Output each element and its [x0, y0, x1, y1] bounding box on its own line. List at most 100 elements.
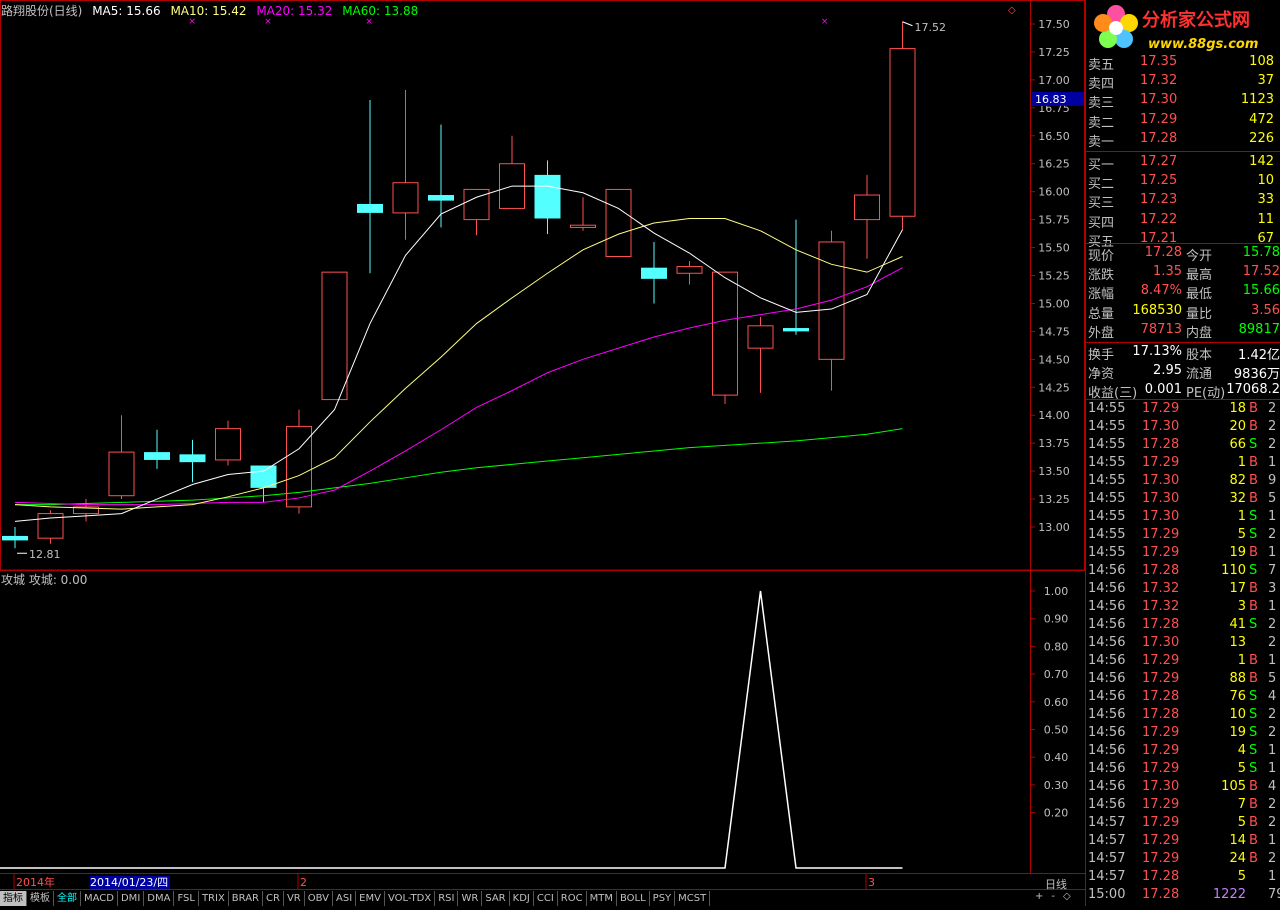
level-volume: 33 — [1257, 192, 1274, 208]
candle-body-down — [641, 267, 667, 279]
tick-price: 17.29 — [1142, 815, 1180, 830]
logo-url: www.88gs.com — [1148, 37, 1258, 52]
level-label: 卖一 — [1088, 134, 1115, 150]
stat-row: 现价 17.28 今开 15.78 — [1088, 245, 1280, 264]
x-tick-label: 2014年 — [16, 875, 55, 889]
candle-body-up — [215, 428, 241, 461]
tick-price: 17.29 — [1142, 545, 1180, 560]
tick-price: 17.30 — [1142, 473, 1180, 488]
tick-time: 14:56 — [1088, 797, 1126, 812]
tick-volume: 19 — [1229, 545, 1246, 560]
stock-title: 路翔股份(日线) — [1, 4, 83, 18]
candle-body-up — [463, 188, 490, 221]
tick-count: 2 — [1268, 401, 1277, 416]
tick-row: 14:55 17.29 5 S 2 — [1088, 527, 1278, 545]
level-price: 17.25 — [1140, 173, 1178, 189]
tick-row: 14:55 17.29 1 B 1 — [1088, 455, 1278, 473]
level-volume: 11 — [1257, 211, 1274, 227]
tab-brar[interactable]: BRAR — [229, 891, 263, 906]
candle-body-down — [783, 328, 809, 332]
tick-price: 17.30 — [1142, 419, 1180, 434]
stat-label: 涨幅 — [1088, 287, 1115, 303]
level-label: 买三 — [1088, 196, 1115, 212]
chart-svg[interactable]: 17.5017.2517.0016.7516.5016.2516.0015.75… — [0, 0, 1085, 906]
tab-roc[interactable]: ROC — [558, 891, 587, 906]
tick-price: 17.29 — [1142, 455, 1180, 470]
tab-cci[interactable]: CCI — [534, 891, 558, 906]
tick-price: 17.29 — [1142, 671, 1180, 686]
stat-row: 净资 2.95 流通 9836万 — [1088, 363, 1280, 382]
candle-body-up — [570, 224, 596, 228]
zoom-out-button[interactable]: - — [1051, 891, 1055, 902]
level-price: 17.28 — [1140, 130, 1178, 146]
candle-body-down — [144, 452, 170, 460]
tab-kdj[interactable]: KDJ — [510, 891, 534, 906]
zoom-in-button[interactable]: + — [1035, 891, 1043, 902]
tab-asi[interactable]: ASI — [333, 891, 357, 906]
tab-psy[interactable]: PSY — [650, 891, 676, 906]
ask-row: 卖五 17.35 108 — [1088, 54, 1278, 73]
tick-price: 17.32 — [1142, 581, 1180, 596]
tab-dmi[interactable]: DMI — [118, 891, 145, 906]
stat-row: 收益(三) 0.001 PE(动) 17068.2 — [1088, 382, 1280, 401]
price-tick-label: 16.25 — [1038, 158, 1070, 171]
level-volume: 37 — [1257, 73, 1274, 89]
tab-obv[interactable]: OBV — [305, 891, 333, 906]
tick-count: 4 — [1268, 689, 1277, 704]
kline-chart-area[interactable]: 17.50 17.25 17.00 16.75 16.50 16.25 16.00 15.75… — [0, 0, 1085, 906]
tab-dma[interactable]: DMA — [144, 891, 175, 906]
tick-count: 2 — [1268, 617, 1277, 632]
tick-row: 14:56 17.29 5 S 1 — [1088, 761, 1278, 779]
tick-volume: 13 — [1229, 635, 1246, 650]
cursor-date-box: 2014/01/23/四 — [90, 876, 170, 889]
tab-mcst[interactable]: MCST — [675, 891, 711, 906]
tab-all[interactable]: 全部 — [54, 891, 81, 906]
tab-rsi[interactable]: RSI — [435, 891, 459, 906]
tick-count: 1 — [1268, 743, 1277, 758]
tab-indicator[interactable]: 指标 — [0, 891, 27, 906]
stats-divider — [1086, 342, 1280, 343]
tab-fsl[interactable]: FSL — [174, 891, 199, 906]
stats-divider — [1086, 243, 1280, 244]
tick-price: 17.29 — [1142, 833, 1180, 848]
period-label[interactable]: 日线 — [1045, 876, 1067, 892]
main-frame — [0, 0, 1085, 571]
tick-side: B — [1249, 473, 1258, 488]
tab-sar[interactable]: SAR — [482, 891, 510, 906]
level-label: 买一 — [1088, 158, 1115, 173]
stat-value: 17.52 — [1242, 264, 1280, 280]
tick-time: 14:55 — [1088, 401, 1126, 416]
bid-row: 买四 17.22 11 — [1088, 211, 1278, 231]
tab-trix[interactable]: TRIX — [199, 891, 229, 906]
tab-mtm[interactable]: MTM — [587, 891, 617, 906]
tab-boll[interactable]: BOLL — [617, 891, 650, 906]
tick-volume: 17 — [1229, 581, 1246, 596]
tick-volume: 32 — [1229, 491, 1246, 506]
tab-macd[interactable]: MACD — [81, 891, 118, 906]
tab-vol-tdx[interactable]: VOL-TDX — [385, 891, 436, 906]
price-tick-label: 16.00 — [1038, 186, 1070, 199]
stat-label: 总量 — [1088, 306, 1115, 322]
tick-row: 14:56 17.32 3 B 1 — [1088, 599, 1278, 617]
candle-body-up — [818, 241, 845, 360]
tab-vr[interactable]: VR — [284, 891, 305, 906]
tick-time: 14:55 — [1088, 455, 1126, 470]
tab-wr[interactable]: WR — [458, 891, 483, 906]
level-label: 卖四 — [1088, 77, 1115, 93]
stat-value: 15.78 — [1242, 245, 1280, 260]
candle-body-up — [321, 271, 348, 401]
stat-label: 涨跌 — [1088, 268, 1115, 284]
stat-value: 15.66 — [1242, 283, 1280, 299]
tab-template[interactable]: 模板 — [27, 891, 54, 906]
diamond-icon[interactable]: ◇ — [1063, 891, 1071, 902]
tab-cr[interactable]: CR — [263, 891, 284, 906]
tab-emv[interactable]: EMV — [356, 891, 385, 906]
price-tick-label: 17.00 — [1038, 74, 1070, 87]
level-price: 17.30 — [1140, 92, 1178, 108]
stat-label: 量比 — [1186, 306, 1213, 322]
level-volume: 10 — [1257, 173, 1274, 189]
tick-time: 14:56 — [1088, 635, 1126, 650]
tick-time: 14:57 — [1088, 815, 1126, 830]
tick-time: 14:56 — [1088, 761, 1126, 776]
tick-price: 17.29 — [1142, 743, 1180, 758]
